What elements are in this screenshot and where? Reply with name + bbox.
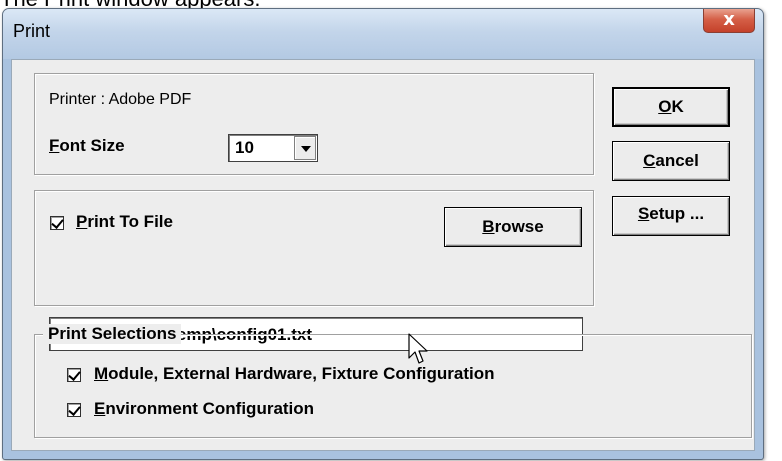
print-selections-group [34, 334, 752, 438]
font-size-select[interactable]: 10 [228, 134, 318, 162]
module-config-checkbox[interactable] [67, 368, 81, 382]
setup-button[interactable]: Setup ... [612, 196, 730, 236]
print-to-file-label[interactable]: Print To File [76, 212, 173, 232]
font-size-label: Font Size [49, 136, 125, 155]
close-icon: x [723, 9, 735, 30]
mouse-pointer-icon [408, 333, 428, 364]
environment-config-checkbox[interactable] [67, 403, 81, 417]
close-button[interactable]: x [703, 9, 755, 33]
module-config-label[interactable]: Module, External Hardware, Fixture Confi… [94, 364, 495, 384]
title-bar[interactable]: Print x [3, 9, 763, 59]
dialog-body: Printer : Adobe PDF Font Size 10 Print T… [11, 59, 755, 451]
cancel-button[interactable]: Cancel [612, 141, 730, 181]
print-dialog: Print x Printer : Adobe PDF Font Size 10… [2, 8, 764, 460]
chevron-down-icon[interactable] [294, 136, 316, 160]
print-selections-title: Print Selections [43, 324, 182, 344]
browse-button[interactable]: Browse [444, 207, 582, 247]
window-title: Print [13, 21, 51, 41]
print-to-file-checkbox[interactable] [50, 216, 64, 230]
ok-button[interactable]: OK [612, 87, 730, 127]
environment-config-label[interactable]: Environment Configuration [94, 399, 314, 419]
printer-label: Printer : Adobe PDF [49, 91, 192, 108]
font-size-value: 10 [235, 138, 254, 157]
